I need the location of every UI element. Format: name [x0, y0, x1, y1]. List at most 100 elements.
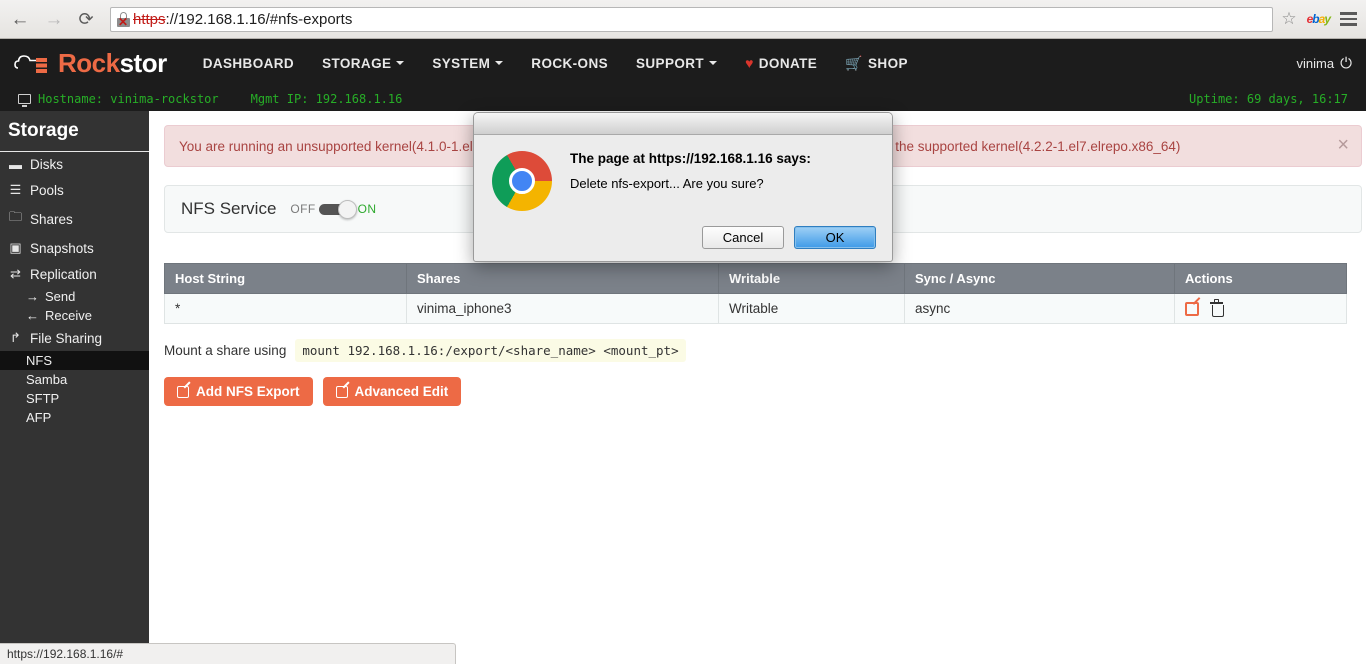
toggle-knob[interactable] [337, 199, 357, 219]
sidebar-item-label: Pools [30, 182, 64, 198]
sidebar-item-snapshots[interactable]: ▣ Snapshots [0, 235, 149, 261]
heart-icon: ♥ [745, 55, 754, 71]
mount-instruction: Mount a share using mount 192.168.1.16:/… [164, 339, 686, 362]
chevron-down-icon [709, 61, 718, 65]
browser-toolbar: ← → ⟳ ✕ https://192.168.1.16/#nfs-export… [0, 0, 1366, 39]
sidebar-item-samba[interactable]: Samba [0, 370, 149, 389]
mount-command: mount 192.168.1.16:/export/<share_name> … [295, 339, 686, 362]
sidebar-item-send[interactable]: → Send [0, 287, 149, 306]
edit-icon [177, 385, 189, 398]
exchange-icon: ⇄ [10, 266, 21, 281]
column-sync-async: Sync / Async [904, 263, 1175, 294]
column-writable: Writable [718, 263, 905, 294]
column-actions: Actions [1174, 263, 1347, 294]
advanced-edit-button[interactable]: Advanced Edit [322, 377, 462, 406]
toggle-off-label: OFF [290, 202, 316, 216]
ok-button[interactable]: OK [794, 226, 876, 249]
app-navbar: Rockstor DASHBOARD STORAGE SYSTEM ROCK-O… [0, 39, 1366, 87]
sidebar-item-receive[interactable]: ← Receive [0, 306, 149, 325]
edit-icon [335, 385, 348, 398]
cell-actions [1174, 293, 1347, 324]
brand-text: Rockstor [58, 47, 167, 78]
toggle-on-label: ON [357, 202, 377, 216]
sidebar-item-label: Send [45, 289, 76, 304]
dialog-message: Delete nfs-export... Are you sure? [570, 176, 764, 191]
forward-button[interactable]: → [40, 5, 68, 33]
insecure-certificate-icon[interactable]: ✕ [117, 11, 130, 28]
share-icon: ↱ [10, 330, 21, 345]
sidebar-item-afp[interactable]: AFP [0, 408, 149, 427]
action-buttons: Add NFS Export Advanced Edit [164, 377, 462, 406]
sidebar-item-pools[interactable]: ☰ Pools [0, 177, 149, 203]
bookmark-star-icon[interactable]: ☆ [1281, 9, 1296, 29]
dialog-title: The page at https://192.168.1.16 says: [570, 151, 811, 166]
dialog-titlebar [474, 113, 892, 135]
nav-rock-ons[interactable]: ROCK-ONS [517, 56, 622, 71]
edit-icon[interactable] [1185, 301, 1199, 316]
folder-icon: 🗀 [8, 209, 22, 224]
nav-support[interactable]: SUPPORT [622, 56, 731, 71]
list-icon: ☰ [9, 182, 22, 197]
camera-icon: ▣ [9, 240, 22, 255]
arrow-left-icon: ← [26, 308, 39, 323]
system-status-strip: Hostname: vinima-rockstor Mgmt IP: 192.1… [0, 87, 1366, 111]
sidebar-item-label: SFTP [26, 391, 60, 406]
nfs-service-toggle[interactable] [318, 199, 357, 219]
sidebar-item-label: Receive [45, 308, 92, 323]
sidebar-item-label: AFP [26, 410, 52, 425]
rockstor-logo-icon [14, 55, 47, 73]
user-menu[interactable]: vinima ⏻ [1297, 55, 1352, 72]
reload-button[interactable]: ⟳ [72, 5, 100, 33]
cart-icon: 🛒 [845, 54, 864, 71]
sidebar-item-disks[interactable]: ▬ Disks [0, 152, 149, 177]
button-label: Add NFS Export [196, 384, 300, 399]
brand-logo-link[interactable]: Rockstor [14, 48, 167, 79]
chrome-menu-icon[interactable] [1340, 12, 1357, 26]
chevron-down-icon [495, 61, 504, 65]
trash-icon[interactable] [1210, 298, 1224, 317]
dialog-body: The page at https://192.168.1.16 says: D… [474, 135, 892, 211]
hostname-label: Hostname: vinima-rockstor [38, 92, 219, 106]
sidebar-title: Storage [0, 111, 149, 152]
nav-donate[interactable]: ♥ DONATE [731, 55, 831, 71]
sidebar-item-label: Snapshots [30, 240, 94, 256]
address-bar[interactable]: ✕ https://192.168.1.16/#nfs-exports [110, 6, 1274, 32]
forward-icon: → [44, 8, 64, 30]
sidebar-item-label: Replication [30, 266, 97, 282]
nav-shop[interactable]: 🛒 SHOP [831, 55, 922, 72]
sidebar-item-label: Samba [26, 372, 68, 387]
add-nfs-export-button[interactable]: Add NFS Export [164, 377, 313, 406]
power-icon[interactable]: ⏻ [1340, 55, 1352, 72]
sidebar-item-sftp[interactable]: SFTP [0, 389, 149, 408]
url-text: ://192.168.1.16/#nfs-exports [165, 10, 353, 28]
nfs-exports-table: Host String Shares Writable Sync / Async… [164, 263, 1347, 324]
username-label: vinima [1296, 55, 1335, 71]
sidebar-item-label: Shares [30, 211, 73, 227]
cancel-button[interactable]: Cancel [702, 226, 784, 249]
sidebar-item-label: Disks [30, 157, 63, 172]
close-icon[interactable]: × [1337, 135, 1349, 155]
cell-sync-async: async [904, 293, 1175, 324]
nav-system[interactable]: SYSTEM [418, 56, 517, 71]
hover-status-bar: https://192.168.1.16/# [0, 643, 456, 664]
cell-host-string: * [164, 293, 407, 324]
mgmt-ip-label: Mgmt IP: 192.168.1.16 [250, 92, 403, 106]
navbar-links: DASHBOARD STORAGE SYSTEM ROCK-ONS SUPPOR… [189, 55, 922, 72]
sidebar-item-replication[interactable]: ⇄ Replication [0, 261, 149, 287]
sidebar-item-label: NFS [26, 353, 52, 368]
sidebar-item-nfs[interactable]: NFS [0, 351, 149, 370]
sidebar: Storage ▬ Disks ☰ Pools 🗀 Shares ▣ Snapshots… [0, 111, 149, 664]
sidebar-item-label: File Sharing [30, 330, 103, 346]
table-row: * vinima_iphone3 Writable async [164, 293, 1347, 324]
back-button[interactable]: ← [6, 5, 34, 33]
sidebar-item-file-sharing[interactable]: ↱ File Sharing [0, 325, 149, 351]
column-shares: Shares [406, 263, 719, 294]
url-scheme: https [133, 10, 166, 28]
back-icon: ← [10, 8, 30, 30]
ebay-extension-icon[interactable]: ebay [1307, 12, 1331, 26]
nav-storage[interactable]: STORAGE [308, 56, 418, 71]
nav-dashboard[interactable]: DASHBOARD [189, 56, 308, 71]
sidebar-item-shares[interactable]: 🗀 Shares [0, 203, 149, 235]
hover-url: https://192.168.1.16/# [7, 647, 124, 661]
chrome-logo-icon [492, 151, 552, 211]
